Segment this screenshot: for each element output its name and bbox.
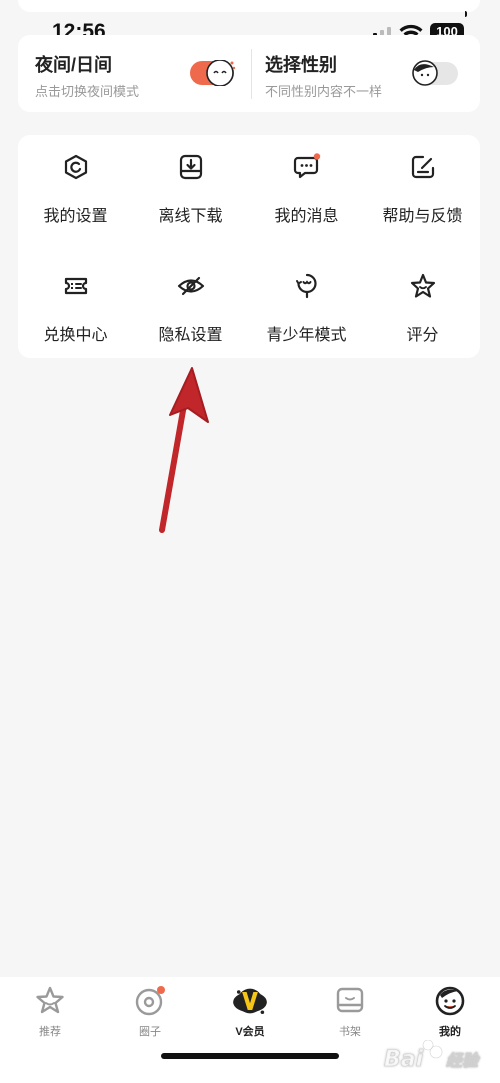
previous-card-edge — [18, 0, 480, 12]
tab-label-bookshelf: 书架 — [339, 1026, 361, 1038]
menu-label-my-settings: 我的设置 — [43, 208, 108, 225]
svg-text:经验: 经验 — [446, 1051, 481, 1070]
circle-tab-icon — [135, 986, 165, 1016]
gender-switch[interactable] — [412, 60, 458, 86]
profile-tab-icon — [435, 986, 465, 1016]
tab-circle[interactable]: 圈子 — [100, 977, 200, 1047]
watermark-logo: Bai 经验 — [384, 1040, 481, 1072]
battery-nub — [465, 11, 467, 17]
night-day-toggle-row[interactable]: 夜间/日间 点击切换夜间模式 — [18, 35, 250, 112]
gender-toggle-row[interactable]: 选择性别 不同性别内容不一样 — [252, 35, 480, 112]
youth-mode-icon — [296, 273, 317, 299]
menu-item-help-feedback[interactable]: 帮助与反馈 — [365, 135, 480, 235]
tab-label-mine: 我的 — [439, 1026, 461, 1038]
menu-item-offline-download[interactable]: 离线下载 — [133, 135, 248, 235]
ticket-icon — [64, 277, 88, 295]
feedback-icon — [411, 155, 435, 179]
menu-label-rating: 评分 — [406, 327, 439, 344]
tab-mine[interactable]: 我的 — [400, 977, 500, 1047]
night-day-subtitle: 点击切换夜间模式 — [35, 84, 140, 99]
vip-tab-icon — [233, 988, 267, 1015]
menu-label-my-messages: 我的消息 — [274, 208, 339, 225]
tab-vip[interactable]: V会员 — [200, 977, 300, 1047]
mode-toggle-card: 夜间/日间 点击切换夜间模式 选择性别 不同性别内容不一样 — [18, 35, 480, 112]
red-annotation-arrow — [159, 367, 209, 533]
star-tab-icon — [36, 986, 64, 1014]
gender-title: 选择性别 — [265, 55, 337, 75]
tab-recommend[interactable]: 推荐 — [0, 977, 100, 1047]
night-day-switch[interactable] — [190, 60, 236, 86]
privacy-eye-icon — [177, 276, 205, 296]
night-day-title: 夜间/日间 — [35, 55, 113, 75]
tab-bookshelf[interactable]: 书架 — [300, 977, 400, 1047]
tab-label-circle: 圈子 — [139, 1026, 161, 1038]
menu-item-my-settings[interactable]: 我的设置 — [18, 135, 133, 235]
menu-grid-card: 我的设置 离线下载 我的消息 帮助与反馈 兑换中心 隐私设置 青少年模式 评分 — [18, 135, 480, 358]
menu-item-privacy-settings[interactable]: 隐私设置 — [133, 254, 248, 354]
tab-label-recommend: 推荐 — [39, 1026, 61, 1038]
menu-item-rating[interactable]: 评分 — [365, 254, 480, 354]
message-icon — [293, 153, 321, 179]
gender-subtitle: 不同性别内容不一样 — [265, 84, 383, 99]
download-icon — [179, 154, 203, 180]
menu-label-privacy-settings: 隐私设置 — [158, 327, 223, 344]
star-icon — [410, 273, 436, 298]
menu-label-redeem-center: 兑换中心 — [43, 327, 108, 344]
menu-item-my-messages[interactable]: 我的消息 — [249, 135, 364, 235]
menu-item-youth-mode[interactable]: 青少年模式 — [249, 254, 364, 354]
menu-label-help-feedback: 帮助与反馈 — [382, 208, 463, 225]
svg-text:Bai: Bai — [384, 1047, 424, 1072]
home-indicator — [161, 1053, 339, 1059]
tab-label-vip: V会员 — [235, 1026, 265, 1038]
menu-label-youth-mode: 青少年模式 — [266, 327, 347, 344]
menu-item-redeem-center[interactable]: 兑换中心 — [18, 254, 133, 354]
menu-label-offline-download: 离线下载 — [158, 208, 223, 225]
bookshelf-tab-icon — [336, 987, 364, 1013]
settings-icon — [64, 154, 88, 180]
